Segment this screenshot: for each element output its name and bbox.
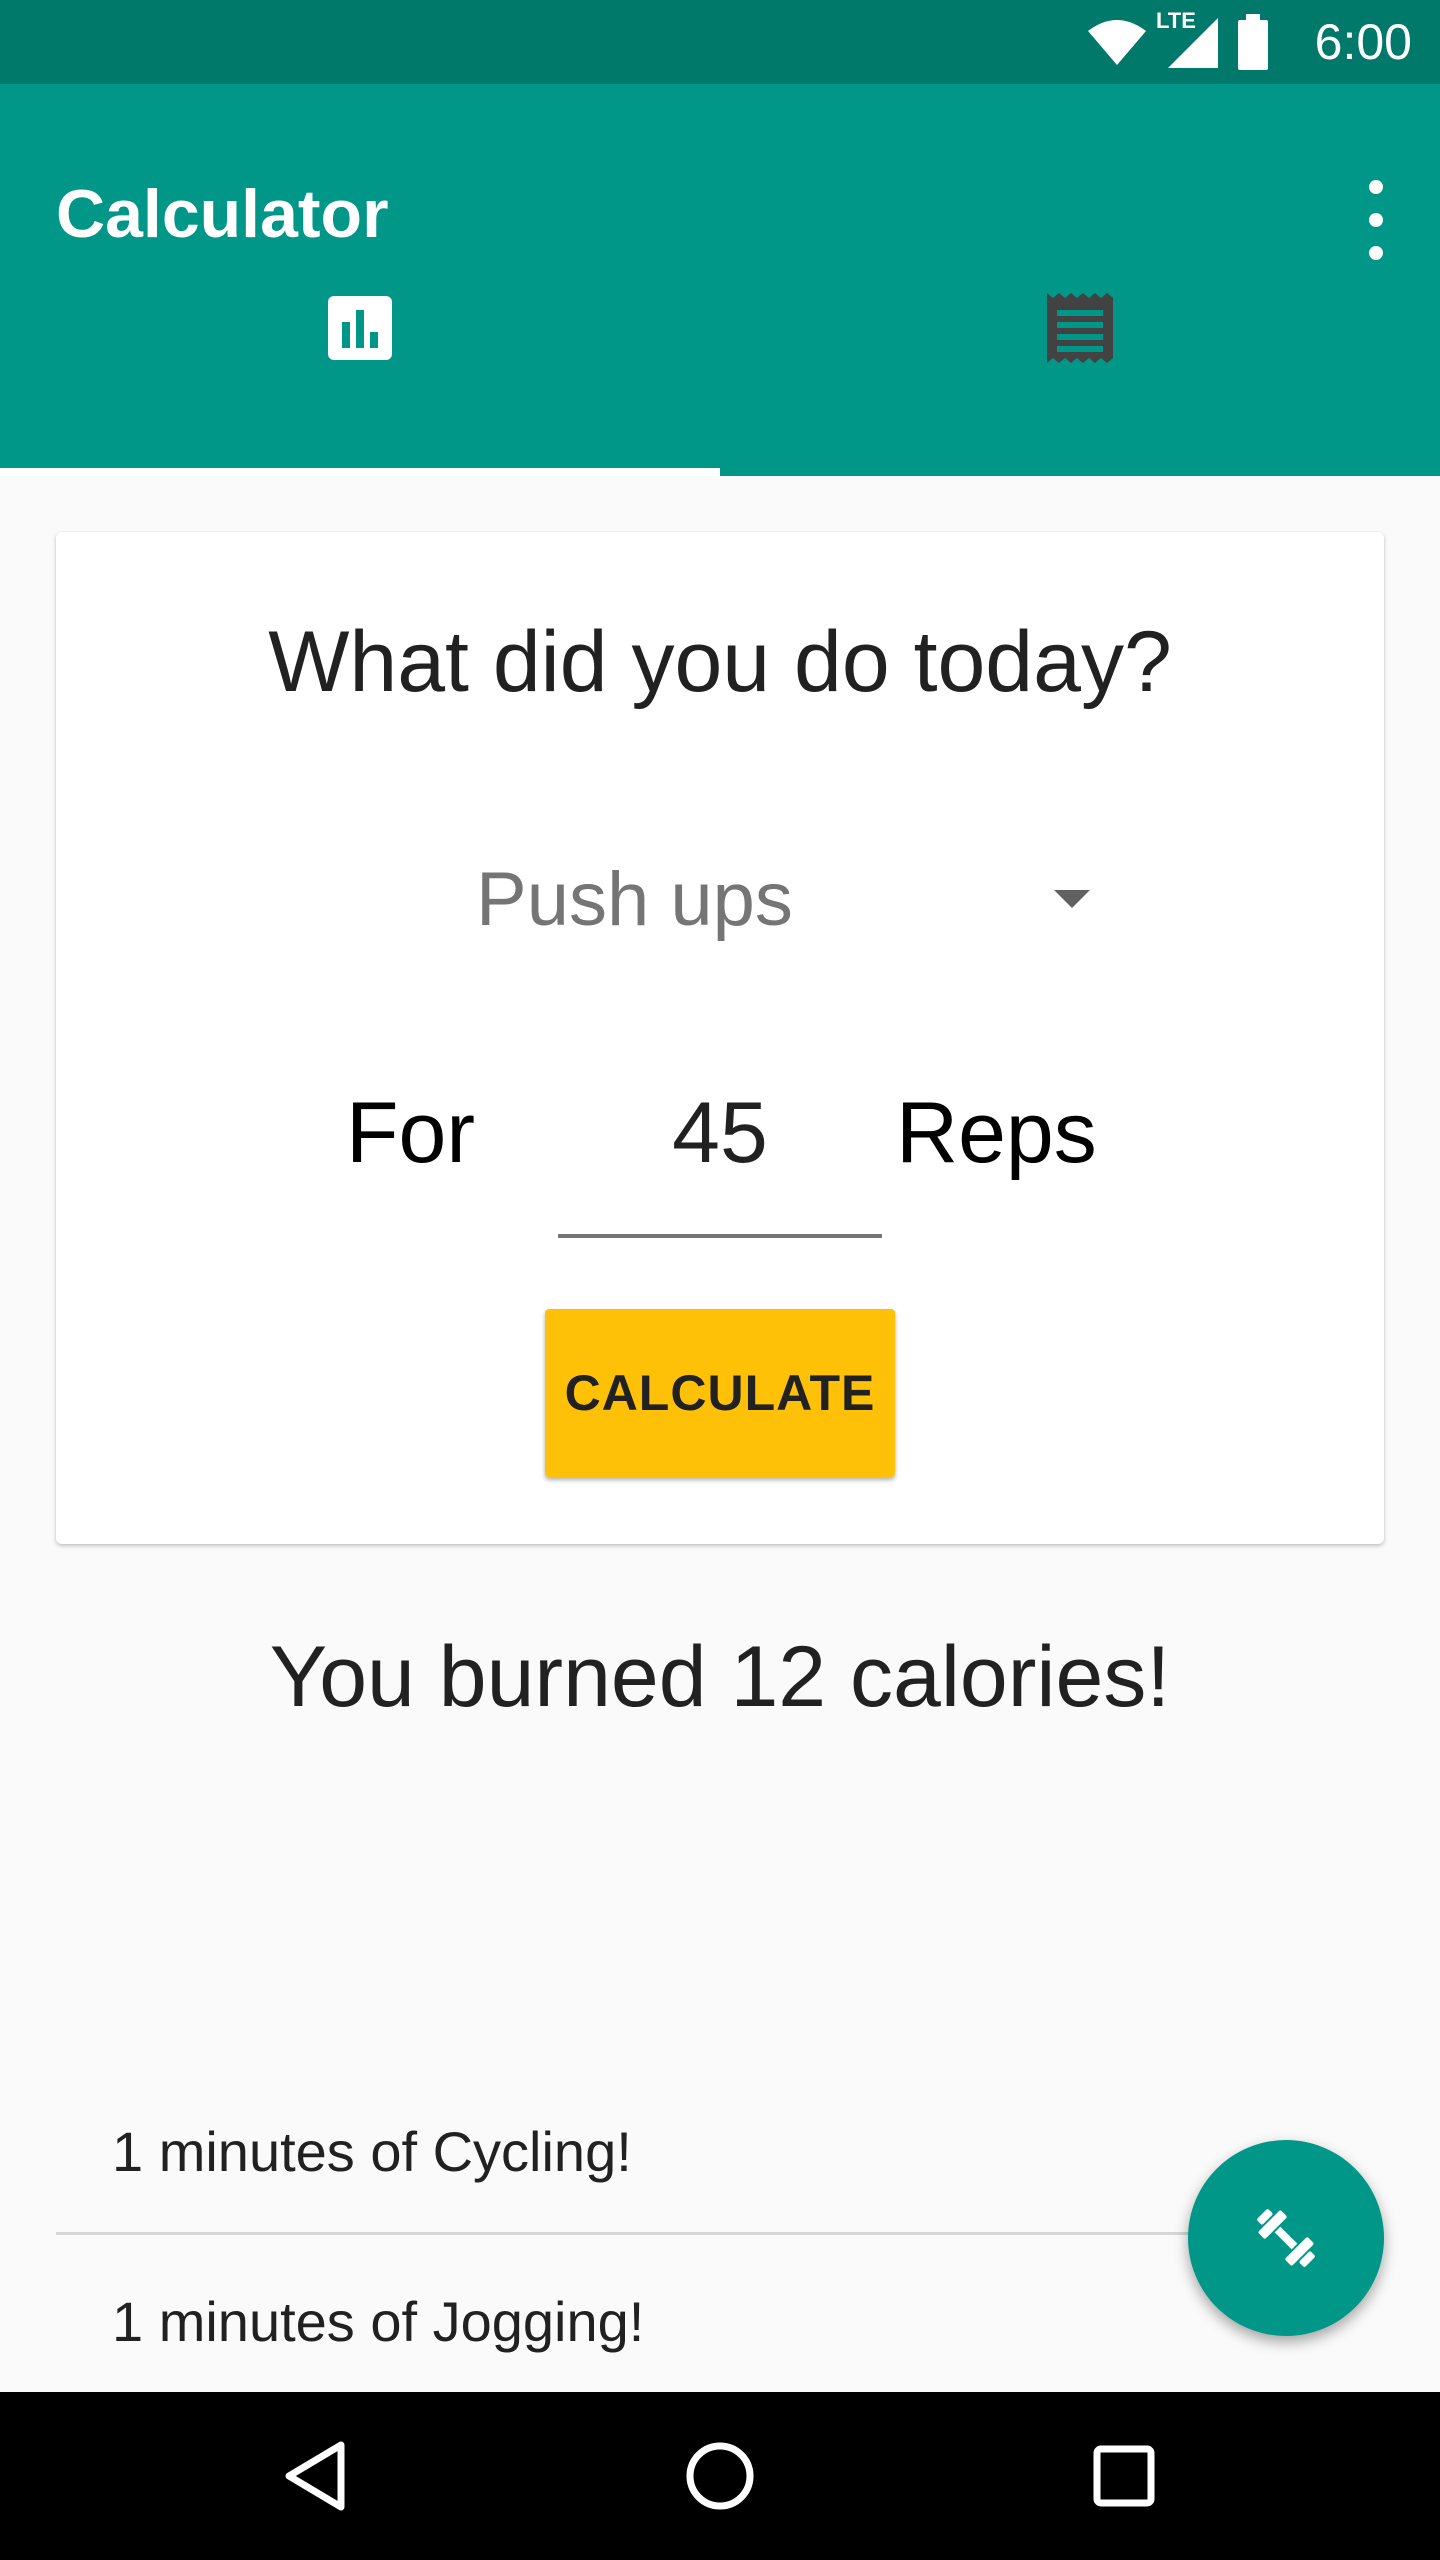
activity-selected-value: Push ups: [476, 857, 793, 942]
system-nav-bar: [0, 2392, 1440, 2560]
back-icon: [285, 2441, 345, 2511]
recents-button[interactable]: [1074, 2426, 1174, 2526]
more-options-button[interactable]: [1352, 180, 1400, 260]
status-bar: LTE 6:00: [0, 0, 1440, 84]
wifi-icon: [1088, 20, 1146, 65]
app-title: Calculator: [56, 176, 389, 252]
home-icon: [686, 2442, 754, 2510]
reps-input[interactable]: 45: [558, 1078, 882, 1238]
bar-chart-icon: [328, 296, 392, 360]
question-heading: What did you do today?: [268, 614, 1172, 710]
list-item[interactable]: 1 minutes of Jogging!: [56, 2236, 1384, 2406]
list-divider: [56, 2232, 1384, 2235]
status-time: 6:00: [1314, 14, 1412, 70]
battery-icon: [1238, 14, 1268, 70]
cell-signal-icon: LTE: [1156, 8, 1220, 70]
tab-calculator[interactable]: [0, 264, 720, 392]
add-workout-fab[interactable]: [1188, 2140, 1384, 2336]
tab-history[interactable]: [720, 264, 1440, 392]
network-type-label: LTE: [1156, 8, 1196, 33]
unit-label: Reps: [896, 1085, 1097, 1181]
receipt-list-icon: [1047, 293, 1113, 363]
more-vert-icon: [1369, 180, 1383, 194]
back-button[interactable]: [266, 2426, 366, 2526]
recents-icon: [1093, 2445, 1155, 2507]
status-icons: LTE: [1086, 8, 1270, 70]
home-button[interactable]: [670, 2426, 770, 2526]
for-label: For: [346, 1085, 475, 1181]
result-text: You burned 12 calories!: [269, 1629, 1171, 1725]
list-item[interactable]: 1 minutes of Cycling!: [56, 2066, 1384, 2236]
reps-input-value: 45: [672, 1085, 768, 1181]
fitness-dumbbell-icon: [1257, 2209, 1315, 2267]
tab-indicator: [0, 468, 720, 476]
calculate-button[interactable]: CALCULATE: [545, 1309, 895, 1477]
activity-spinner[interactable]: Push ups: [440, 850, 1100, 950]
dropdown-arrow-icon: [1054, 890, 1090, 908]
